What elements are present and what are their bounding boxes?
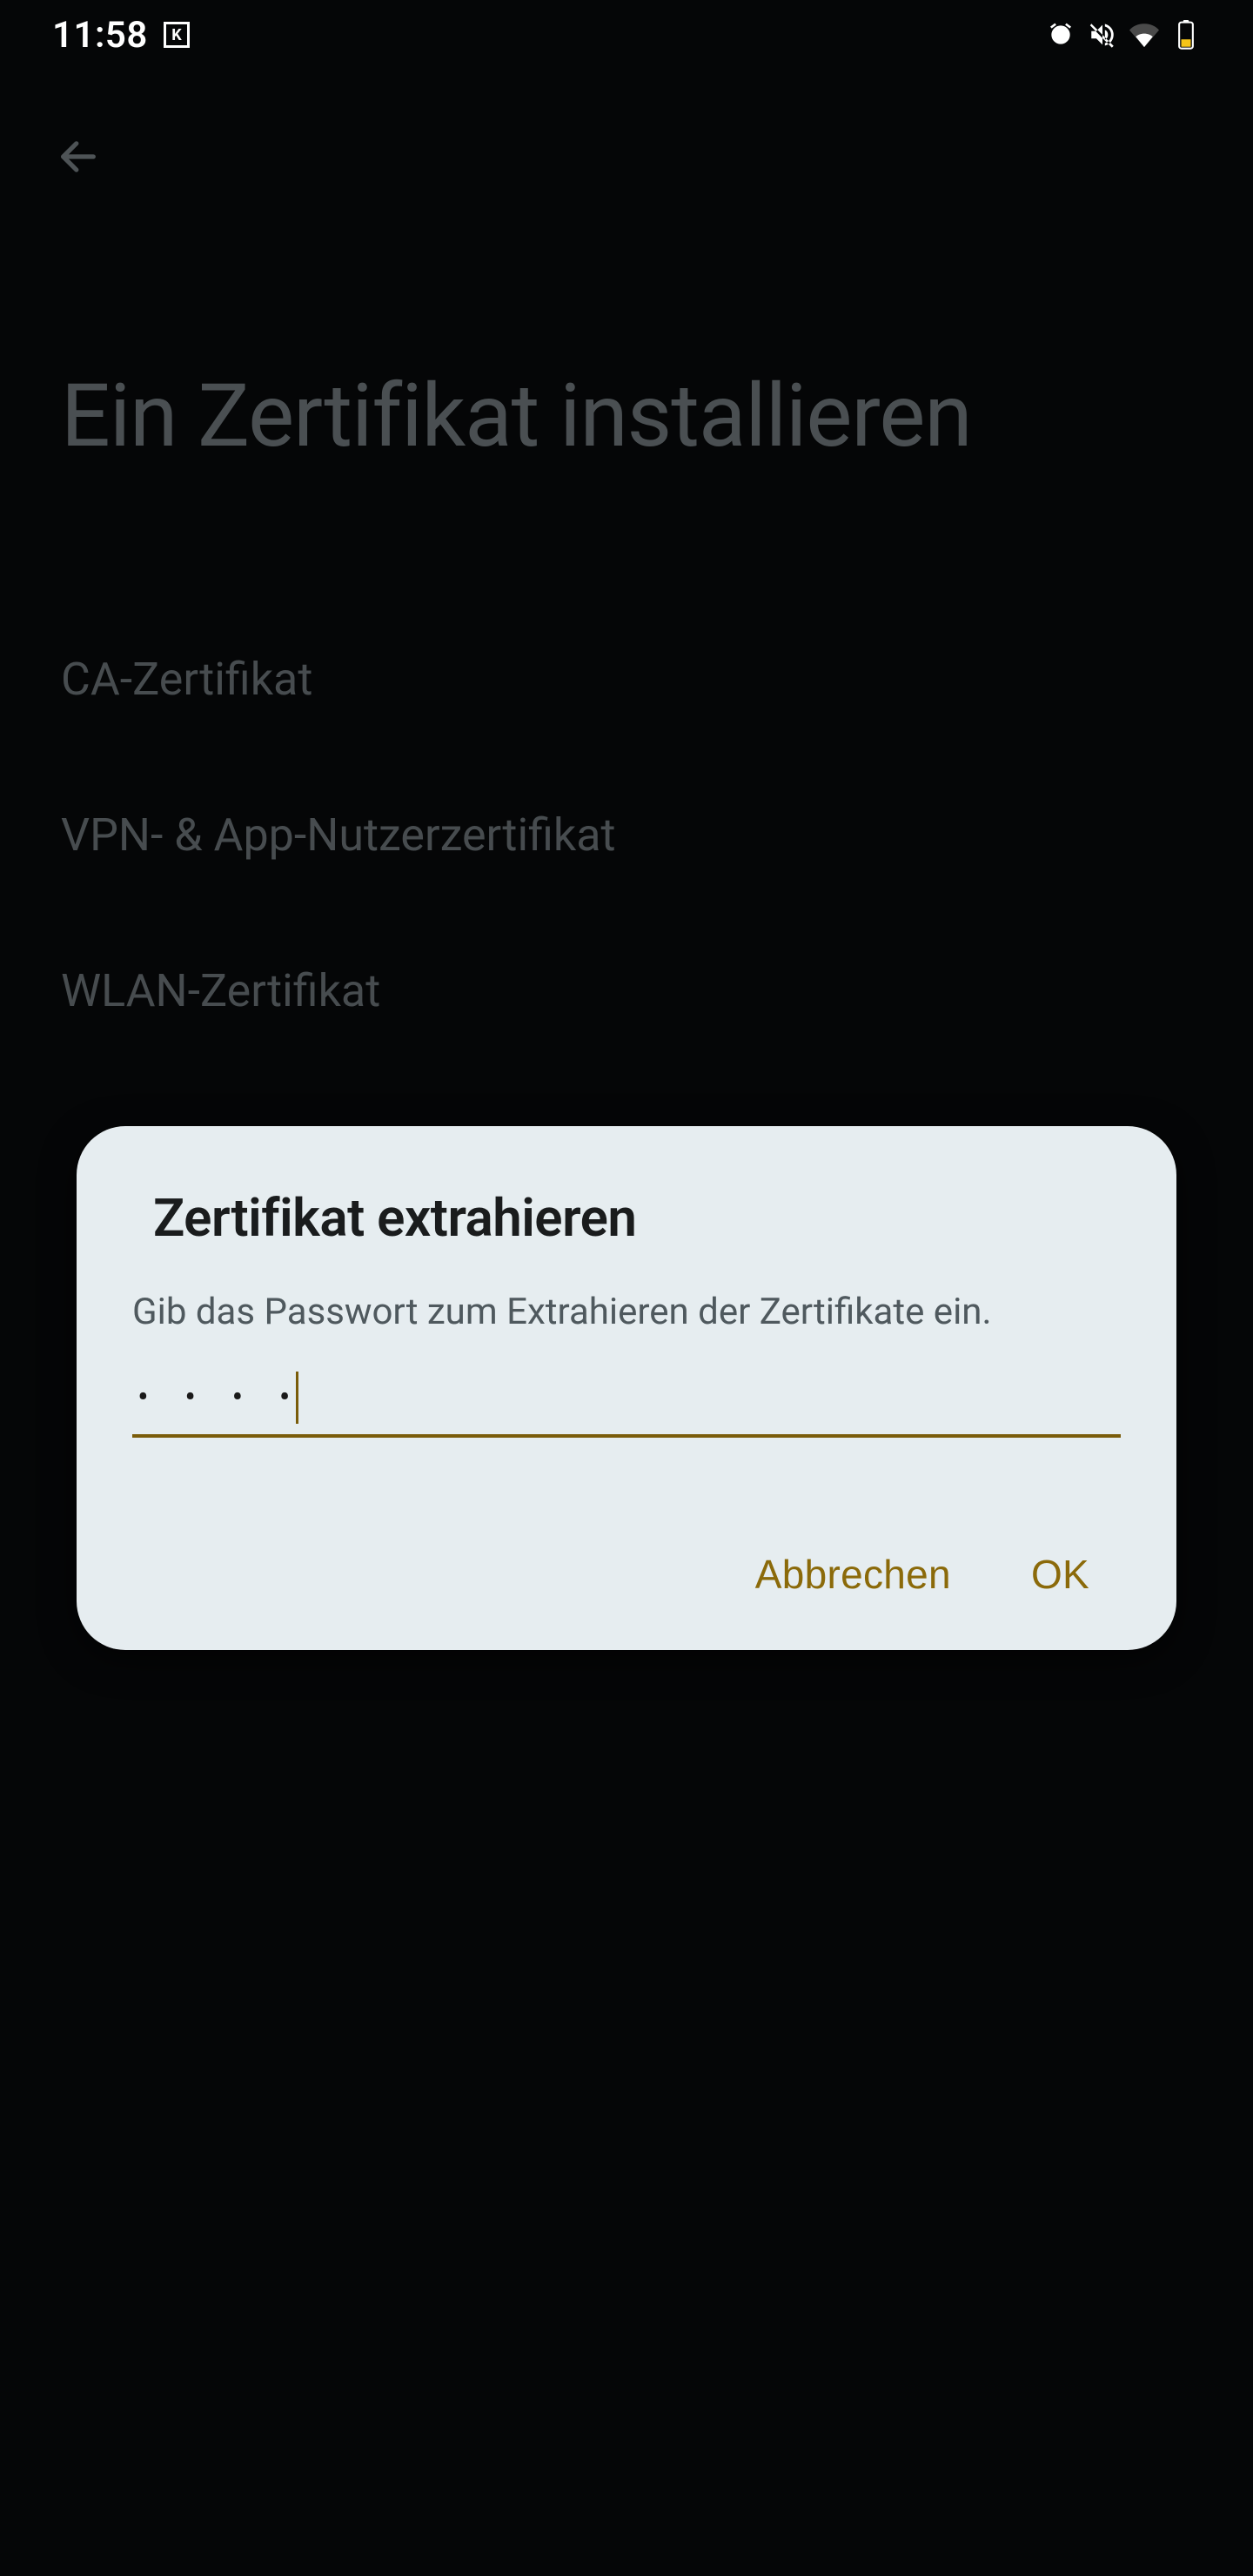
dialog-title: Zertifikat extrahieren [153, 1187, 1128, 1249]
dialog-message: Gib das Passwort zum Extrahieren der Zer… [132, 1291, 1128, 1333]
password-input[interactable]: • • • • [132, 1361, 1121, 1438]
cancel-button[interactable]: Abbrechen [755, 1551, 951, 1598]
ok-button[interactable]: OK [1031, 1551, 1089, 1598]
extract-certificate-dialog: Zertifikat extrahieren Gib das Passwort … [77, 1126, 1176, 1650]
password-mask: • • • • [132, 1379, 305, 1417]
text-caret [296, 1372, 298, 1424]
dialog-actions: Abbrechen OK [125, 1551, 1089, 1598]
